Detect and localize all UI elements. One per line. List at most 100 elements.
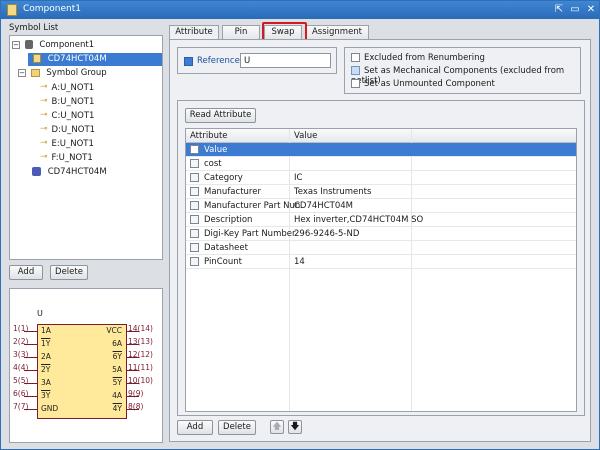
reference-group: Reference U xyxy=(177,47,337,74)
attribute-table[interactable]: Attribute Value Value cost Category IC Manuf… xyxy=(185,128,577,412)
attribute-value-cell[interactable]: Texas Instruments xyxy=(294,185,371,199)
row-checkbox[interactable] xyxy=(190,145,199,154)
table-header: Attribute Value xyxy=(186,129,576,143)
table-row[interactable]: Manufacturer Texas Instruments xyxy=(186,185,576,199)
tree-item-component1[interactable]: − Component1 xyxy=(12,39,94,52)
inverter-symbol-icon: ⊸ xyxy=(40,124,48,134)
row-checkbox[interactable] xyxy=(190,243,199,252)
tree-item-f-u-not1[interactable]: ⊸ F:U_NOT1 xyxy=(40,151,93,164)
component-icon xyxy=(24,40,33,49)
row-checkbox[interactable] xyxy=(190,215,199,224)
move-down-icon[interactable]: 🡇 xyxy=(288,420,302,434)
right-pin-number: 14(14) xyxy=(128,324,153,333)
left-pin-name: GND xyxy=(41,404,59,413)
inverter-symbol-icon: ⊸ xyxy=(40,110,48,120)
table-row[interactable]: Datasheet xyxy=(186,241,576,255)
symbol-add-button[interactable]: Add xyxy=(9,265,43,280)
option-excluded-renumbering[interactable]: Excluded from Renumbering xyxy=(351,53,485,63)
attribute-value-cell[interactable]: 296-9246-5-ND xyxy=(294,227,359,241)
right-pin-number: 9(9) xyxy=(128,389,144,398)
reference-checkbox[interactable] xyxy=(184,57,193,66)
reference-label: Reference xyxy=(197,56,240,66)
pin-line xyxy=(24,331,37,332)
column-header-attribute[interactable]: Attribute xyxy=(190,131,228,141)
attribute-name-cell: Datasheet xyxy=(204,243,248,253)
row-checkbox[interactable] xyxy=(190,229,199,238)
read-attribute-button[interactable]: Read Attribute xyxy=(185,108,256,123)
chip-icon xyxy=(32,167,41,176)
right-pin-name: 4Y xyxy=(112,404,122,413)
table-row[interactable]: Category IC xyxy=(186,171,576,185)
right-pin-number: 10(10) xyxy=(128,376,153,385)
tree-item-cd74hct04m[interactable]: CD74HCT04M xyxy=(32,166,107,179)
tree-item-a-u-not1[interactable]: ⊸ A:U_NOT1 xyxy=(40,81,94,94)
table-row[interactable]: cost xyxy=(186,157,576,171)
tree-item-c-u-not1[interactable]: ⊸ C:U_NOT1 xyxy=(40,109,94,122)
right-pin-number: 11(11) xyxy=(128,363,153,372)
attribute-name-cell: Manufacturer xyxy=(204,187,261,197)
pin-line xyxy=(24,409,37,410)
right-pin-number: 8(8) xyxy=(128,402,144,411)
row-checkbox[interactable] xyxy=(190,173,199,182)
option-unmounted-component[interactable]: Set as Unmounted Component xyxy=(351,79,495,89)
excluded-renumbering-checkbox[interactable] xyxy=(351,53,360,62)
tree-item-e-u-not1[interactable]: ⊸ E:U_NOT1 xyxy=(40,137,94,150)
tree-item-cd74hct04m-selected[interactable]: CD74HCT04M xyxy=(28,53,162,66)
symbol-delete-button[interactable]: Delete xyxy=(50,265,88,280)
symbol-tree[interactable]: − Component1 CD74HCT04M − Symbol Group ⊸… xyxy=(9,35,163,260)
collapse-icon[interactable]: − xyxy=(18,68,26,77)
tab-pin[interactable]: Pin xyxy=(222,25,260,39)
unmounted-component-checkbox[interactable] xyxy=(351,79,360,88)
right-pin-name: 5Y xyxy=(112,378,122,387)
attribute-name-cell: Category xyxy=(204,173,243,183)
row-checkbox[interactable] xyxy=(190,159,199,168)
inverter-symbol-icon: ⊸ xyxy=(40,152,48,162)
right-pin-name: VCC xyxy=(106,326,122,335)
component-window: Component1 ⇱ ▭ ✕ Symbol List − Component… xyxy=(0,0,600,450)
inverter-symbol-icon: ⊸ xyxy=(40,96,48,106)
right-pin-name: 6Y xyxy=(112,352,122,361)
tree-item-b-u-not1[interactable]: ⊸ B:U_NOT1 xyxy=(40,95,94,108)
pin-line xyxy=(24,396,37,397)
row-checkbox[interactable] xyxy=(190,187,199,196)
folder-icon xyxy=(30,68,40,77)
tree-item-symbol-group[interactable]: − Symbol Group xyxy=(18,67,107,80)
component-icon xyxy=(7,4,17,16)
restore-icon[interactable]: ▭ xyxy=(567,2,583,17)
attribute-value-cell[interactable]: CD74HCT04M xyxy=(294,199,353,213)
window-title: Component1 xyxy=(23,4,81,14)
mechanical-components-checkbox[interactable] xyxy=(351,66,360,75)
attribute-add-button[interactable]: Add xyxy=(177,420,213,435)
attribute-value-cell[interactable]: 14 xyxy=(294,255,305,269)
table-row[interactable]: Description Hex inverter,CD74HCT04M SO xyxy=(186,213,576,227)
tab-attribute[interactable]: Attribute xyxy=(169,25,219,40)
move-up-icon[interactable]: 🡅 xyxy=(270,420,284,434)
attribute-name-cell: PinCount xyxy=(204,257,242,267)
left-pin-name: 3Y xyxy=(41,391,51,400)
document-icon xyxy=(33,54,41,63)
attribute-value-cell[interactable]: IC xyxy=(294,171,302,185)
close-icon[interactable]: ✕ xyxy=(583,2,599,17)
table-row[interactable]: Manufacturer Part Nun CD74HCT04M xyxy=(186,199,576,213)
table-row[interactable]: PinCount 14 xyxy=(186,255,576,269)
inverter-symbol-icon: ⊸ xyxy=(40,138,48,148)
attribute-delete-button[interactable]: Delete xyxy=(218,420,256,435)
attribute-value-cell[interactable]: Hex inverter,CD74HCT04M SO xyxy=(294,213,423,227)
right-pin-name: 4A xyxy=(112,391,122,400)
column-header-value[interactable]: Value xyxy=(294,131,317,141)
table-row[interactable]: Value xyxy=(186,143,576,157)
row-checkbox[interactable] xyxy=(190,257,199,266)
table-row[interactable]: Digi-Key Part Number 296-9246-5-ND xyxy=(186,227,576,241)
attribute-name-cell: Manufacturer Part Nun xyxy=(204,201,301,211)
pin-line xyxy=(24,383,37,384)
collapse-icon[interactable]: − xyxy=(12,40,20,49)
row-checkbox[interactable] xyxy=(190,201,199,210)
left-pin-name: 1Y xyxy=(41,339,51,348)
tree-item-d-u-not1[interactable]: ⊸ D:U_NOT1 xyxy=(40,123,95,136)
reference-input[interactable]: U xyxy=(240,53,331,68)
pin-icon[interactable]: ⇱ xyxy=(551,2,567,17)
options-group: Excluded from Renumbering Set as Mechani… xyxy=(344,47,581,94)
attribute-name-cell: Value xyxy=(204,145,228,155)
preview-reference: U xyxy=(37,309,43,318)
tab-assignment[interactable]: Assignment xyxy=(305,25,369,39)
